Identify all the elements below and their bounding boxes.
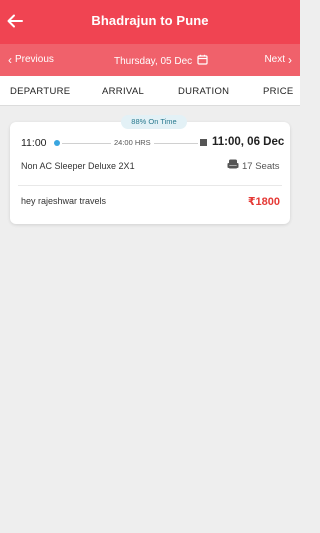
sort-duration[interactable]: DURATION (178, 86, 229, 97)
card-divider (18, 185, 282, 186)
date-navigation: ‹ Previous Thursday, 05 Dec Next › (0, 44, 300, 76)
ticket-price: ₹1800 (247, 196, 280, 208)
departure-time: 11:00 (21, 137, 47, 149)
arrival-time: 11:00, 06 Dec (212, 136, 285, 148)
app-bar: Bhadrajun to Pune (0, 0, 300, 44)
selected-date: Thursday, 05 Dec (114, 55, 193, 67)
sort-price[interactable]: PRICE (263, 86, 294, 97)
next-label: Next (264, 54, 285, 65)
journey-line (154, 143, 198, 144)
seat-icon (227, 159, 239, 173)
journey-line (62, 143, 118, 144)
arrival-square-icon (200, 139, 207, 146)
departure-dot-icon (54, 140, 60, 146)
chevron-right-icon: › (288, 52, 292, 67)
sort-bar: DEPARTURE ARRIVAL DURATION PRICE (0, 76, 300, 106)
bus-type: Non AC Sleeper Deluxe 2X1 (21, 161, 135, 171)
bus-result-card[interactable]: 88% On Time 11:00 24:00 HRS 11:00, 06 De… (10, 115, 290, 224)
chevron-left-icon: ‹ (8, 52, 12, 67)
journey-duration: 24:00 HRS (111, 138, 154, 147)
date-selector[interactable]: Thursday, 05 Dec (114, 54, 208, 68)
on-time-badge: 88% On Time (121, 115, 187, 129)
available-seats: 17 Seats (227, 159, 280, 173)
next-day-button[interactable]: Next › (264, 52, 292, 67)
sort-arrival[interactable]: ARRIVAL (102, 86, 144, 97)
sort-departure[interactable]: DEPARTURE (10, 86, 70, 97)
seats-count: 17 Seats (242, 160, 280, 172)
page-title: Bhadrajun to Pune (91, 13, 209, 28)
calendar-icon (197, 54, 208, 68)
previous-day-button[interactable]: ‹ Previous (8, 52, 54, 67)
operator-name: hey rajeshwar travels (21, 196, 107, 206)
previous-label: Previous (15, 54, 54, 65)
